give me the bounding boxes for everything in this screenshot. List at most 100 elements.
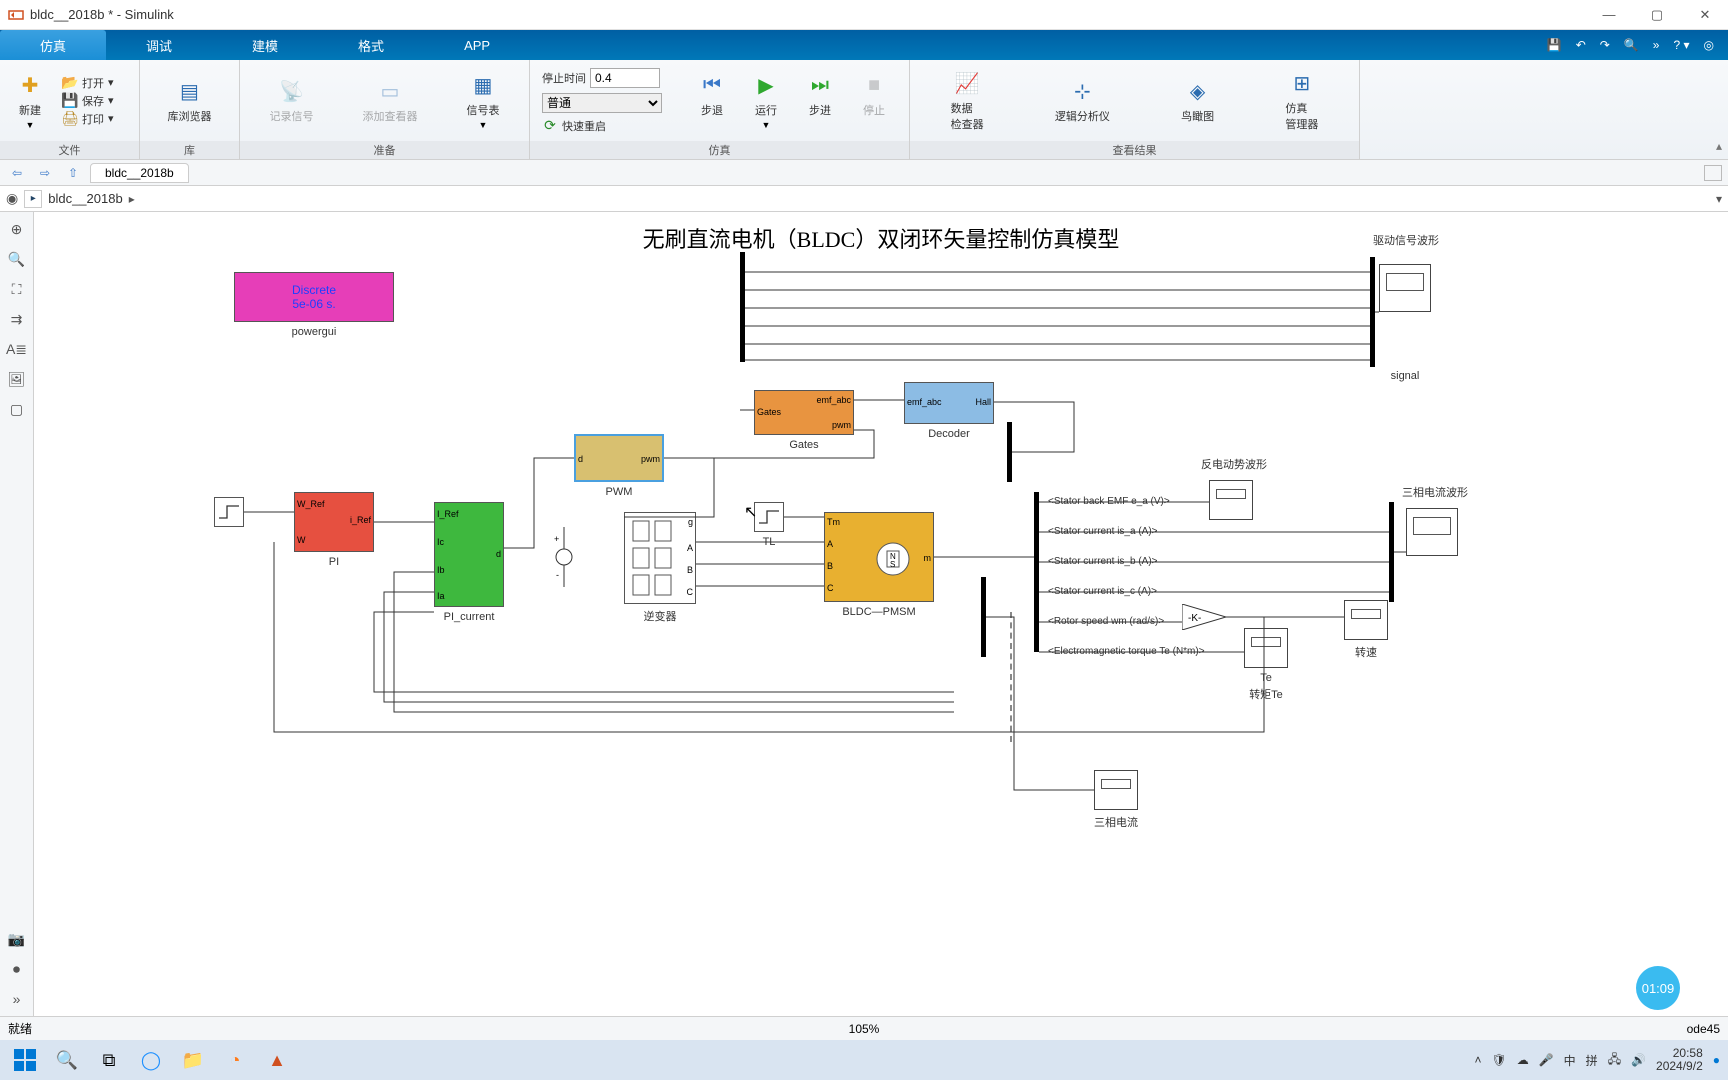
run-button[interactable]: ▶运行▼	[746, 70, 786, 132]
area-button[interactable]: ▢	[6, 398, 28, 420]
expand-button[interactable]: »	[6, 988, 28, 1010]
tray-ime-mode[interactable]: 拼	[1586, 1052, 1598, 1069]
block-powergui[interactable]: Discrete 5e-06 s.	[234, 272, 394, 322]
block-step[interactable]	[214, 497, 244, 527]
add-viewer-button[interactable]: ▭添加查看器	[357, 76, 424, 126]
model-tab[interactable]: bldc__2018b	[90, 163, 189, 183]
open-button[interactable]: 📂打开 ▾	[60, 74, 116, 92]
taskview-button[interactable]: ⧉	[92, 1045, 126, 1075]
target-icon[interactable]: ◎	[1704, 38, 1714, 52]
data-inspector-button[interactable]: 📈数据 检查器	[945, 68, 990, 134]
edge-icon[interactable]: ◯	[134, 1045, 168, 1075]
tray-ime-lang[interactable]: 中	[1564, 1052, 1576, 1069]
ribbon-tabs: 仿真 调试 建模 格式 APP 💾 ↶ ↷ 🔍 » ? ▾ ◎	[0, 30, 1728, 60]
demux-drive[interactable]	[740, 252, 745, 362]
status-solver: ode45	[1687, 1022, 1720, 1036]
maximize-button[interactable]: ▢	[1642, 3, 1672, 27]
stop-button[interactable]: ■停止	[854, 70, 894, 132]
block-decoder[interactable]: emf_abc Hall	[904, 382, 994, 424]
block-gates[interactable]: Gates emf_abc pwm	[754, 390, 854, 435]
tray-shield-icon[interactable]: 🛡	[1491, 1053, 1506, 1067]
mode-select[interactable]: 普通	[542, 93, 662, 113]
zoom-button[interactable]: 🔍	[6, 248, 28, 270]
fit-selection-button[interactable]: ⛶	[6, 278, 28, 300]
find-icon[interactable]: »	[1653, 38, 1660, 52]
scope-te[interactable]	[1244, 628, 1288, 668]
explorer-icon[interactable]: 📁	[176, 1045, 210, 1075]
start-button[interactable]	[8, 1045, 42, 1075]
scope-emf[interactable]	[1209, 480, 1253, 520]
block-pi[interactable]: W_Ref W i_Ref	[294, 492, 374, 552]
matlab-icon[interactable]: ▲	[260, 1045, 294, 1075]
block-motor[interactable]: Tm A B C m NS	[824, 512, 934, 602]
title-bar: bldc__2018b * - Simulink — ▢ ✕	[0, 0, 1728, 30]
scope-speed[interactable]	[1344, 600, 1388, 640]
step-back-button[interactable]: ⏮步退	[692, 70, 732, 132]
log-signal-button[interactable]: 📡记录信号	[264, 76, 320, 126]
screenshot-button[interactable]: 📷	[6, 928, 28, 950]
tab-sim[interactable]: 仿真	[0, 30, 106, 60]
nav-up-button[interactable]: ⇧	[62, 163, 84, 183]
breadcrumb-root[interactable]: bldc__2018b	[48, 191, 122, 206]
tray-mic-icon[interactable]: 🎤	[1539, 1053, 1554, 1067]
nav-back-button[interactable]: ⇦	[6, 163, 28, 183]
birdseye-button[interactable]: ◈鸟瞰图	[1175, 76, 1220, 126]
tray-chevron-icon[interactable]: ˄	[1474, 1053, 1481, 1067]
tray-notification-icon[interactable]: ●	[1713, 1053, 1720, 1067]
scope-three-phase[interactable]	[1406, 508, 1458, 556]
minimize-button[interactable]: —	[1594, 3, 1624, 27]
block-tl[interactable]	[754, 502, 784, 532]
fit-view-button[interactable]: ⊕	[6, 218, 28, 240]
fast-restart-button[interactable]: ⟳快速重启	[540, 117, 664, 135]
stop-time-input[interactable]	[590, 68, 660, 88]
search-icon[interactable]: 🔍	[1624, 38, 1639, 52]
tray-onedrive-icon[interactable]: ☁	[1517, 1053, 1529, 1067]
print-button[interactable]: 🖨打印 ▾	[60, 110, 116, 128]
mux-hall[interactable]	[1007, 422, 1012, 482]
undo-icon[interactable]: ↶	[1576, 38, 1586, 52]
mux-phase-current[interactable]	[1389, 502, 1394, 602]
block-dc-source[interactable]: +-	[554, 522, 574, 592]
view-toggle-button[interactable]	[1704, 165, 1722, 181]
record-button[interactable]: ⏺	[6, 958, 28, 980]
logic-analyzer-button[interactable]: ⊹逻辑分析仪	[1049, 76, 1116, 126]
scope-current-bottom[interactable]	[1094, 770, 1138, 810]
new-button[interactable]: ✚ 新建 ▼	[10, 70, 50, 132]
tag-is-c: <Stator current is_c (A)>	[1048, 586, 1157, 597]
signal-table-button[interactable]: ▦信号表▼	[461, 70, 506, 132]
nav-forward-button[interactable]: ⇨	[34, 163, 56, 183]
save-icon[interactable]: 💾	[1547, 38, 1562, 52]
mux-current[interactable]	[981, 577, 986, 657]
redo-icon[interactable]: ↷	[1600, 38, 1610, 52]
breadcrumb-menu-button[interactable]: ▾	[1716, 192, 1722, 206]
collapse-ribbon-button[interactable]: ▴	[1716, 139, 1722, 153]
annotation-button[interactable]: A≣	[6, 338, 28, 360]
mux-drive-signals[interactable]	[1370, 257, 1375, 367]
block-gain[interactable]: -K-	[1182, 604, 1226, 630]
scope-signal[interactable]	[1379, 264, 1431, 312]
tab-app[interactable]: APP	[424, 30, 530, 60]
bus-selector[interactable]	[1034, 492, 1039, 652]
help-icon[interactable]: ? ▾	[1673, 38, 1689, 52]
save-button[interactable]: 💾保存 ▾	[60, 92, 116, 110]
sample-time-button[interactable]: ⇉	[6, 308, 28, 330]
tab-model[interactable]: 建模	[212, 30, 318, 60]
app1-icon[interactable]: ◔	[218, 1045, 252, 1075]
block-pwm[interactable]: d pwm	[574, 434, 664, 482]
step-fwd-button[interactable]: ⏭步进	[800, 70, 840, 132]
recording-badge[interactable]: 01:09	[1636, 966, 1680, 1010]
search-button[interactable]: 🔍	[50, 1045, 84, 1075]
tray-network-icon[interactable]: 🖧	[1608, 1050, 1621, 1071]
model-browser-toggle[interactable]: ◉	[6, 190, 18, 207]
sim-manager-button[interactable]: ⊞仿真 管理器	[1279, 68, 1324, 134]
block-inverter[interactable]: g A B C	[624, 512, 696, 604]
image-button[interactable]: 🖼	[6, 368, 28, 390]
tray-clock[interactable]: 20:58 2024/9/2	[1656, 1047, 1703, 1073]
library-browser-button[interactable]: ▤ 库浏览器	[162, 76, 218, 126]
tab-format[interactable]: 格式	[318, 30, 424, 60]
close-button[interactable]: ✕	[1690, 3, 1720, 27]
block-pi-current[interactable]: I_Ref Ic Ib Ia d	[434, 502, 504, 607]
tray-volume-icon[interactable]: 🔊	[1631, 1053, 1646, 1067]
tab-debug[interactable]: 调试	[106, 30, 212, 60]
model-canvas[interactable]: 无刷直流电机（BLDC）双闭环矢量控制仿真模型 Discrete 5e-06 s…	[34, 212, 1728, 1016]
